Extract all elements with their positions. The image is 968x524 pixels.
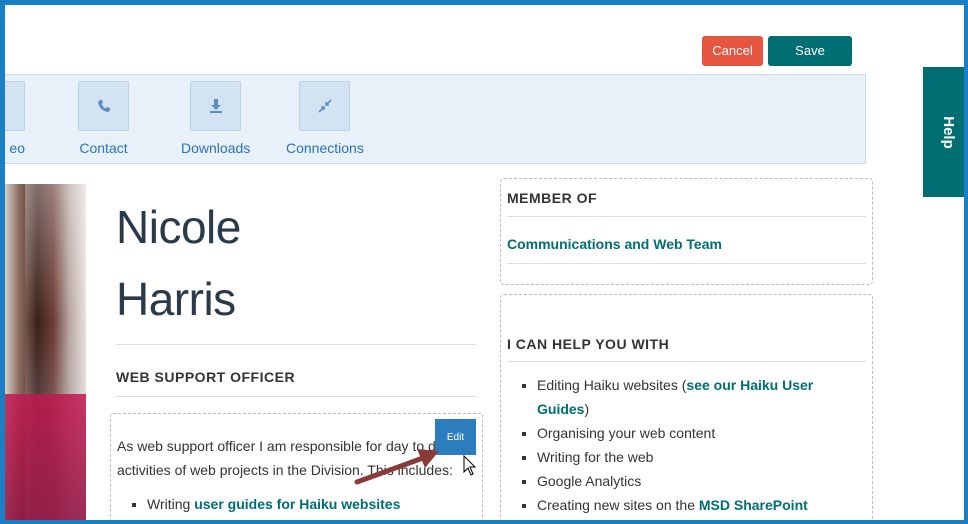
list-item-text: Creating new sites on the — [537, 497, 699, 513]
divider — [116, 396, 476, 397]
annotation-arrow-icon — [354, 449, 439, 485]
user-guides-link[interactable]: user guides for Haiku websites — [194, 496, 400, 512]
quicklink-label: Connections — [286, 140, 364, 156]
quicklink-label: eo — [9, 140, 25, 156]
phone-icon — [78, 81, 129, 131]
list-item-text: Organising your web content — [537, 425, 716, 441]
profile-name: Nicole Harris — [116, 191, 476, 335]
list-item: Google Analytics — [537, 469, 837, 493]
cancel-button[interactable]: Cancel — [702, 36, 763, 66]
quicklink-contact[interactable]: Contact — [78, 81, 129, 156]
quicklink-label: Contact — [79, 140, 128, 156]
member-of-widget: MEMBER OF Communications and Web Team — [500, 178, 873, 285]
list-item: Writing user guides for Haiku websites — [147, 492, 476, 516]
list-item-text: Google Analytics — [537, 473, 642, 489]
help-tab[interactable]: Help — [923, 67, 964, 197]
list-item: Writing for the web — [537, 445, 837, 469]
help-with-heading: I CAN HELP YOU WITH — [507, 336, 866, 362]
quicklink-connections[interactable]: Connections — [286, 81, 364, 156]
list-item-text: Writing for the web — [537, 449, 654, 465]
quicklink-label: Downloads — [181, 140, 251, 156]
quicklinks-bar: ▶ eo Contact Downloads Connections — [5, 74, 866, 164]
help-with-widget: I CAN HELP YOU WITH Editing Haiku websit… — [500, 294, 873, 520]
video-icon: ▶ — [5, 81, 25, 131]
mouse-cursor-icon — [463, 455, 477, 476]
list-item-text: Editing Haiku websites ( — [537, 377, 687, 393]
photo-clothing — [5, 394, 86, 520]
quicklink-downloads[interactable]: Downloads — [181, 81, 250, 156]
divider — [116, 344, 476, 345]
list-item: Editing Haiku websites (see our Haiku Us… — [537, 373, 837, 421]
list-item: Creating new sites on the MSD SharePoint… — [537, 493, 837, 520]
member-of-heading: MEMBER OF — [507, 179, 866, 217]
job-title: WEB SUPPORT OFFICER — [116, 369, 296, 385]
profile-photo — [5, 184, 86, 520]
list-item: Organising your web content — [537, 421, 837, 445]
sharepoint-link[interactable]: MSD SharePoint — [699, 497, 808, 513]
quicklink-video[interactable]: ▶ eo — [5, 81, 25, 156]
layout-actions: Cancel Save layout — [702, 36, 852, 88]
help-label: Help — [939, 115, 957, 149]
last-name: Harris — [116, 273, 236, 325]
first-name: Nicole — [116, 201, 241, 253]
team-link[interactable]: Communications and Web Team — [507, 217, 866, 264]
list-item-text: ) — [584, 401, 590, 417]
help-with-list: Editing Haiku websites (see our Haiku Us… — [507, 373, 837, 520]
save-layout-button[interactable]: Save layout — [768, 36, 852, 88]
screenshot-frame: Cancel Save layout ▶ eo Contact Download… — [0, 0, 968, 524]
connections-icon — [299, 81, 351, 131]
download-icon — [190, 81, 242, 131]
bio-list: Writing user guides for Haiku websites — [117, 492, 476, 516]
list-item-text: Writing — [147, 496, 195, 512]
